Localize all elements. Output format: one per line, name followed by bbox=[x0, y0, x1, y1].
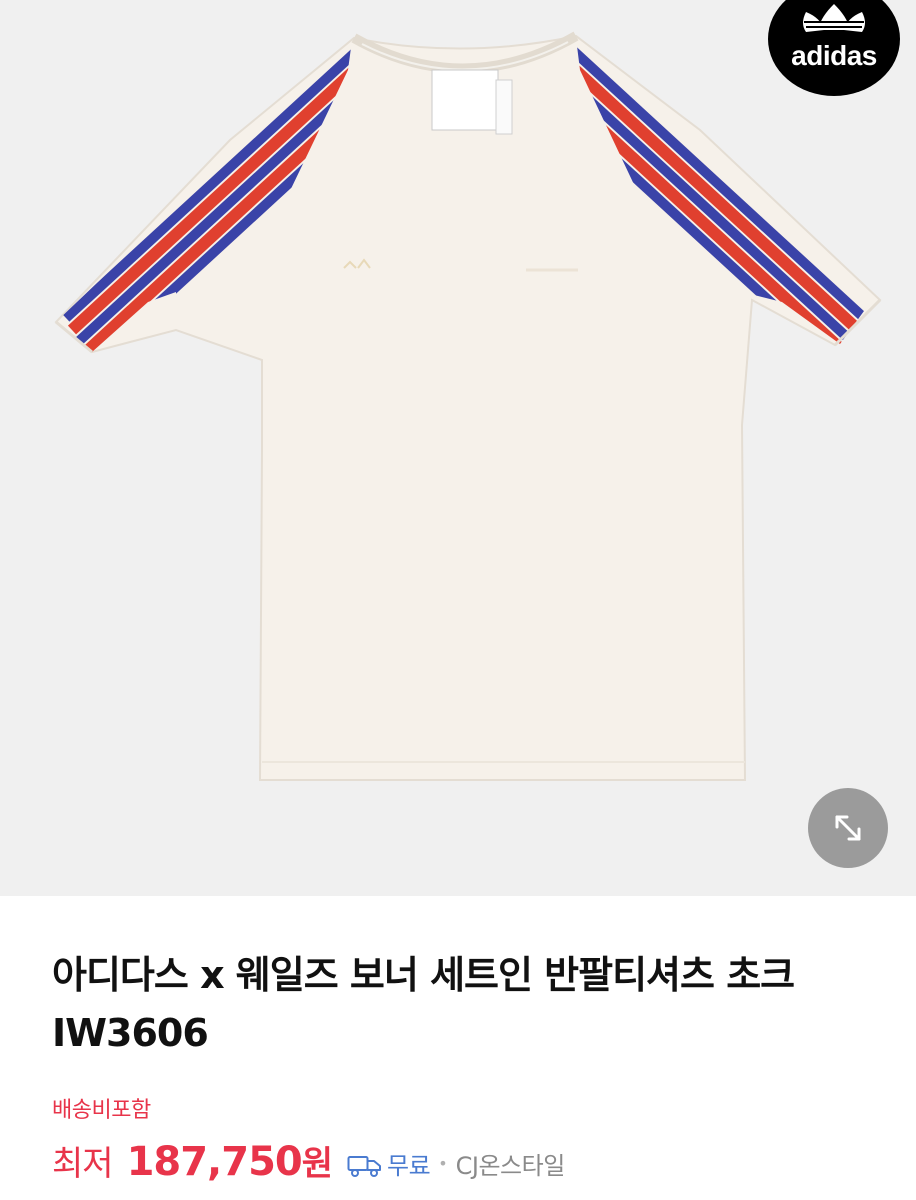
shipping-included-label: 배송비포함 bbox=[52, 1098, 151, 1123]
price-unit: 원 bbox=[301, 1144, 334, 1184]
seller-name[interactable]: CJ온스타일 bbox=[456, 1146, 566, 1181]
tshirt-image bbox=[54, 31, 882, 781]
truck-icon bbox=[347, 1156, 382, 1177]
adidas-wordmark: adidas bbox=[791, 40, 877, 71]
lowest-price: 187,750 bbox=[126, 1139, 303, 1185]
price-prefix: 최저 bbox=[52, 1144, 114, 1184]
expand-image-button[interactable] bbox=[808, 788, 888, 868]
separator-dot: • bbox=[438, 1153, 448, 1173]
delivery-info: 무료 • CJ온스타일 bbox=[347, 1146, 565, 1181]
product-info: 아디다스 x 웨일즈 보너 세트인 반팔티셔츠 초크 IW3606 배송비포함 … bbox=[0, 896, 916, 1200]
product-title: 아디다스 x 웨일즈 보너 세트인 반팔티셔츠 초크 IW3606 bbox=[52, 953, 795, 1055]
free-shipping-label: 무료 bbox=[387, 1151, 431, 1180]
expand-arrows-icon bbox=[835, 815, 861, 841]
price-row[interactable]: 최저 187,750 원 무료 • CJ온스타일 bbox=[52, 1136, 565, 1186]
product-image-area[interactable]: adidas bbox=[0, 0, 916, 896]
adidas-logo: adidas bbox=[768, 0, 900, 96]
